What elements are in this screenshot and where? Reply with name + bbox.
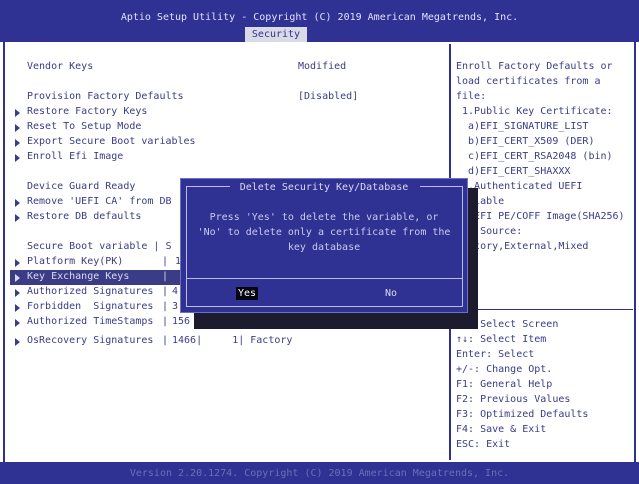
dialog-message-line: key database [287, 242, 361, 253]
export-secure-boot-item[interactable]: Export Secure Boot variables [27, 135, 196, 148]
help-separator [451, 309, 633, 310]
device-guard-label: Device Guard Ready [27, 181, 136, 192]
help-line: 3.EFI PE/COFF Image(SHA256) [456, 211, 625, 222]
row-separator: | [162, 316, 169, 327]
key-hint: F4: Save & Exit [456, 424, 547, 435]
submenu-arrow-icon [15, 139, 20, 147]
reset-setup-mode-item[interactable]: Reset To Setup Mode [27, 120, 141, 133]
submenu-arrow-icon [15, 124, 20, 132]
right-frame [634, 42, 636, 462]
row-separator: | [162, 271, 169, 282]
provision-defaults-value[interactable]: [Disabled] [298, 90, 358, 103]
help-line: load certificates from a [456, 76, 601, 87]
key-hint: F2: Previous Values [456, 394, 571, 405]
bios-screen: Aptio Setup Utility - Copyright (C) 2019… [0, 0, 639, 484]
row-separator: | [162, 286, 169, 297]
provision-defaults-item[interactable]: Provision Factory Defaults [27, 90, 184, 103]
yes-button[interactable]: Yes [236, 287, 258, 300]
help-line: Enroll Factory Defaults or [456, 61, 613, 72]
dialog-separator [186, 278, 463, 279]
help-line: 1.Public Key Certificate: [456, 106, 613, 117]
key-exchange-keys-item[interactable]: Key Exchange Keys [27, 270, 129, 283]
dialog-message-line: Press 'Yes' to delete the variable, or [209, 212, 439, 223]
key-hint: F1: General Help [456, 379, 553, 390]
submenu-arrow-icon [15, 214, 20, 222]
submenu-arrow-icon [15, 338, 20, 346]
dialog-title: Delete Security Key/Database [239, 182, 409, 193]
forbidden-signatures-item[interactable]: Forbidden Signatures [27, 300, 153, 313]
submenu-arrow-icon [15, 259, 20, 267]
row-value: 156 [172, 316, 191, 327]
submenu-arrow-icon [15, 319, 20, 327]
remove-uefi-ca-item[interactable]: Remove 'UEFI CA' from DB [27, 195, 172, 208]
authorized-signatures-item[interactable]: Authorized Signatures [27, 285, 153, 298]
help-line: b)EFI_CERT_X509 (DER) [456, 136, 595, 147]
submenu-arrow-icon [15, 154, 20, 162]
version-text: Version 2.20.1274. Copyright (C) 2019 Am… [129, 468, 510, 479]
utility-title: Aptio Setup Utility - Copyright (C) 2019… [120, 12, 519, 23]
tab-security[interactable]: Security [245, 27, 307, 42]
enroll-efi-image-item[interactable]: Enroll Efi Image [27, 150, 123, 163]
submenu-arrow-icon [15, 304, 20, 312]
vendor-keys-label: Vendor Keys [27, 61, 94, 72]
submenu-arrow-icon [15, 199, 20, 207]
authorized-timestamps-item[interactable]: Authorized TimeStamps [27, 315, 153, 328]
restore-factory-keys-item[interactable]: Restore Factory Keys [27, 105, 147, 118]
key-hint: Enter: Select [456, 349, 535, 360]
submenu-arrow-icon [15, 289, 20, 297]
submenu-arrow-icon [15, 274, 20, 282]
restore-db-defaults-item[interactable]: Restore DB defaults [27, 210, 141, 223]
row-separator: | [162, 335, 169, 346]
platform-key-item[interactable]: Platform Key(PK) [27, 255, 123, 268]
dialog-message-line: 'No' to delete only a certificate from t… [197, 227, 451, 238]
secure-boot-table-header: Secure Boot variable | S [27, 241, 172, 252]
submenu-arrow-icon [15, 109, 20, 117]
key-hint: ESC: Exit [456, 439, 511, 450]
vendor-keys-value: Modified [298, 61, 347, 72]
no-button[interactable]: No [385, 287, 397, 300]
row-separator: | [162, 256, 169, 267]
help-line: c)EFI_CERT_RSA2048 (bin) [456, 151, 613, 162]
key-hint: ↑↓: Select Item [456, 334, 547, 345]
row-value: 3 [172, 301, 179, 312]
help-line: file: [456, 91, 487, 102]
key-hint: F3: Optimized Defaults [456, 409, 589, 420]
osrecovery-signatures-item[interactable]: OsRecovery Signatures [27, 334, 153, 347]
row-separator: | [162, 301, 169, 312]
help-line: a)EFI_SIGNATURE_LIST [456, 121, 589, 132]
left-frame [3, 42, 5, 462]
row-value: 4 [172, 286, 179, 297]
help-line: d)EFI_CERT_SHAXXX [456, 166, 571, 177]
key-hint: +/-: Change Opt. [456, 364, 553, 375]
row-value: 1466| 1| Factory [172, 335, 293, 346]
